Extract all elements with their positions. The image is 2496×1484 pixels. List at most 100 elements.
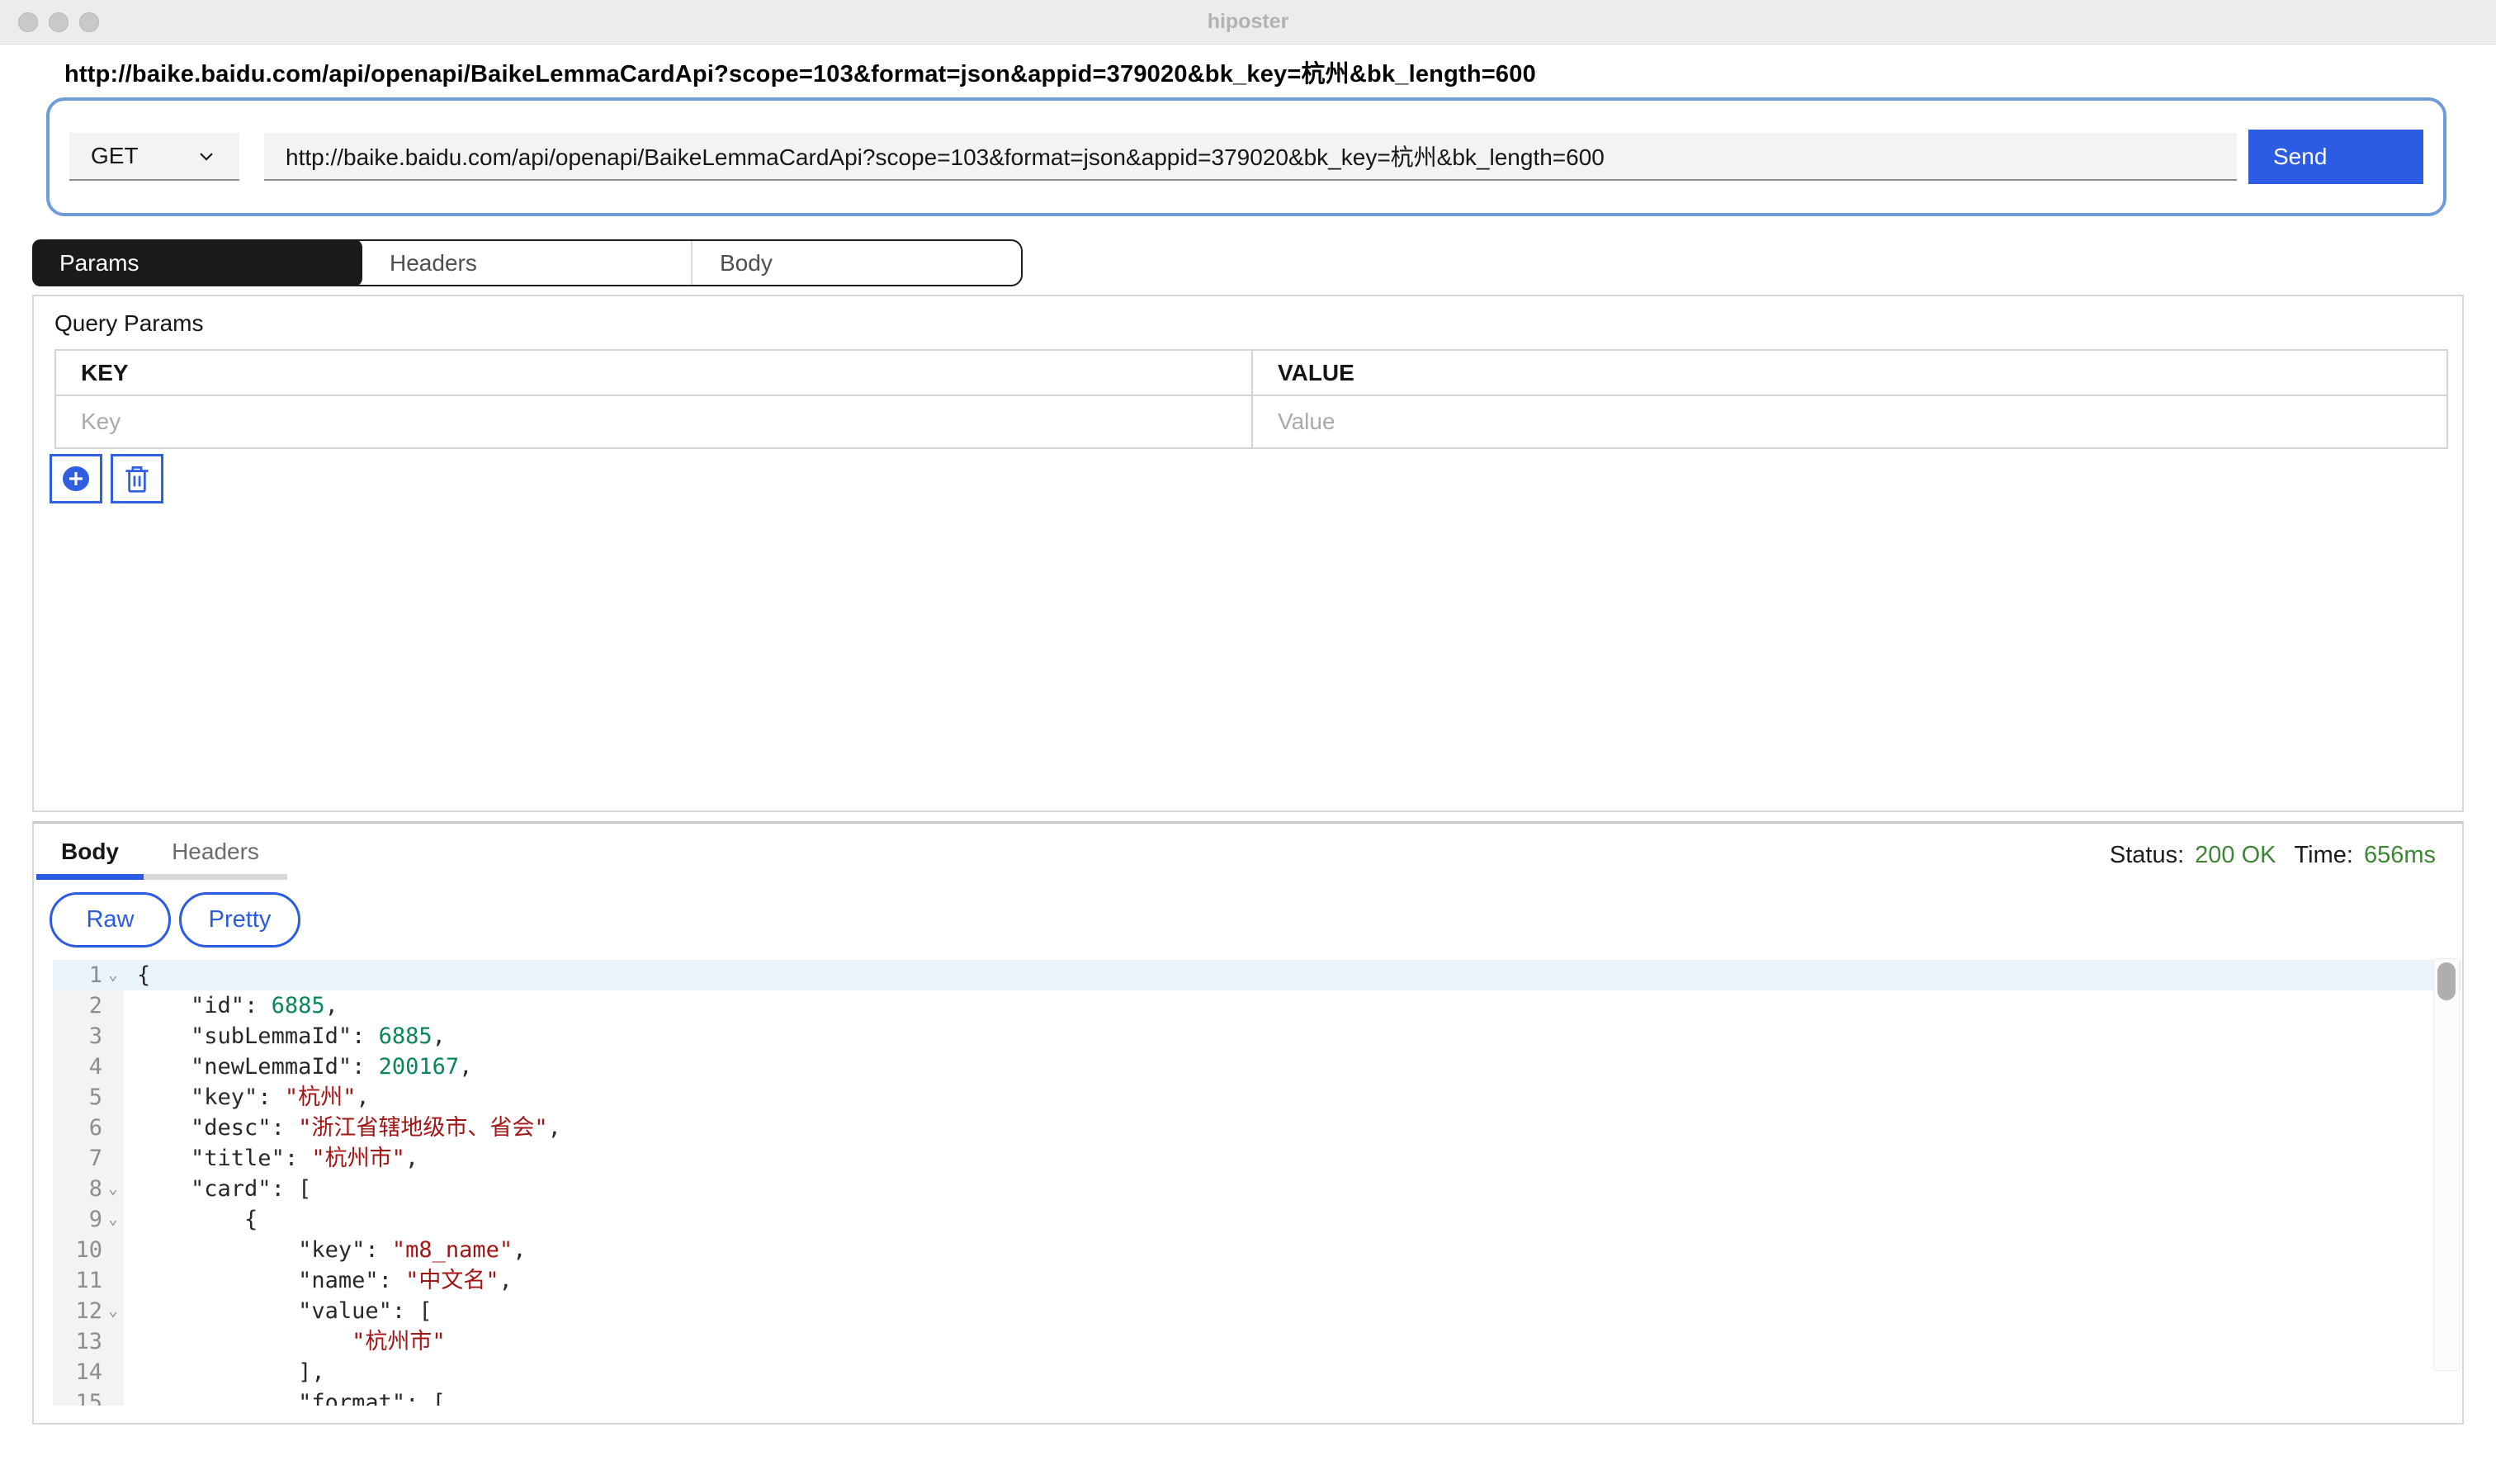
request-tabs: Params Headers Body — [32, 239, 1023, 286]
fold-spacer — [102, 1235, 124, 1265]
fold-chevron-icon[interactable]: ⌄ — [102, 960, 124, 990]
code-line: 13 "杭州市" — [53, 1326, 2461, 1357]
response-tab-body[interactable]: Body — [36, 824, 144, 880]
response-view-buttons: Raw Pretty — [50, 892, 300, 948]
scrollbar-thumb[interactable] — [2437, 962, 2456, 1000]
line-number: 8 — [53, 1174, 102, 1204]
column-header-key: KEY — [56, 351, 1251, 395]
inactive-tab-underline — [144, 874, 287, 880]
param-actions — [50, 454, 163, 503]
pretty-button[interactable]: Pretty — [179, 892, 300, 948]
window-titlebar: hiposter — [0, 0, 2496, 45]
code-text: "newLemmaId": 200167, — [124, 1052, 472, 1082]
line-number: 9 — [53, 1204, 102, 1235]
code-line: 1⌄{ — [53, 960, 2461, 990]
line-number: 13 — [53, 1326, 102, 1357]
code-text: "杭州市" — [124, 1326, 446, 1357]
time-value: 656ms — [2364, 842, 2436, 869]
code-text: ], — [124, 1357, 325, 1387]
fold-spacer — [102, 1082, 124, 1113]
fold-spacer — [102, 1021, 124, 1052]
params-panel: Query Params KEY VALUE — [32, 295, 2464, 812]
table-row — [56, 396, 2446, 447]
fold-chevron-icon[interactable]: ⌄ — [102, 1204, 124, 1235]
code-line: 12⌄ "value": [ — [53, 1296, 2461, 1326]
code-line: 14 ], — [53, 1357, 2461, 1387]
code-line: 6 "desc": "浙江省辖地级市、省会", — [53, 1113, 2461, 1143]
line-number: 5 — [53, 1082, 102, 1113]
chevron-down-icon — [195, 144, 218, 168]
code-line: 4 "newLemmaId": 200167, — [53, 1052, 2461, 1082]
line-number: 15 — [53, 1387, 102, 1406]
code-line: 15 "format": [ — [53, 1387, 2461, 1406]
fold-chevron-icon[interactable]: ⌄ — [102, 1296, 124, 1326]
code-text: "card": [ — [124, 1174, 311, 1204]
code-line: 11 "name": "中文名", — [53, 1265, 2461, 1296]
request-bar: GET Send — [46, 97, 2446, 216]
table-header-row: KEY VALUE — [56, 351, 2446, 396]
code-line: 7 "title": "杭州市", — [53, 1143, 2461, 1174]
line-number: 6 — [53, 1113, 102, 1143]
fold-spacer — [102, 1387, 124, 1406]
status-label: Status: — [2110, 842, 2184, 869]
editor-scrollbar[interactable] — [2433, 958, 2460, 1371]
line-number: 2 — [53, 990, 102, 1021]
code-text: "name": "中文名", — [124, 1265, 513, 1296]
column-header-value: VALUE — [1251, 351, 2446, 395]
line-number: 12 — [53, 1296, 102, 1326]
fold-spacer — [102, 1143, 124, 1174]
code-text: "format": [ — [124, 1387, 446, 1406]
line-number: 3 — [53, 1021, 102, 1052]
code-text: "key": "杭州", — [124, 1082, 370, 1113]
param-key-input[interactable] — [56, 396, 1251, 447]
response-tab-headers[interactable]: Headers — [144, 824, 287, 880]
code-lines: 1⌄{2 "id": 6885,3 "subLemmaId": 6885,4 "… — [53, 956, 2461, 1406]
send-button[interactable]: Send — [2248, 130, 2423, 184]
response-status-line: Status: 200 OK Time: 656ms — [2110, 842, 2436, 869]
line-number: 11 — [53, 1265, 102, 1296]
tab-body[interactable]: Body — [691, 241, 1021, 285]
fold-spacer — [102, 1113, 124, 1143]
raw-button[interactable]: Raw — [50, 892, 171, 948]
code-line: 9⌄ { — [53, 1204, 2461, 1235]
fold-spacer — [102, 1052, 124, 1082]
url-input[interactable] — [264, 133, 2237, 181]
delete-param-button[interactable] — [111, 454, 163, 503]
line-number: 14 — [53, 1357, 102, 1387]
query-params-table: KEY VALUE — [54, 349, 2448, 449]
line-number: 1 — [53, 960, 102, 990]
fold-spacer — [102, 1265, 124, 1296]
request-url-heading: http://baike.baidu.com/api/openapi/Baike… — [64, 54, 1536, 89]
code-line: 5 "key": "杭州", — [53, 1082, 2461, 1113]
code-line: 2 "id": 6885, — [53, 990, 2461, 1021]
code-line: 8⌄ "card": [ — [53, 1174, 2461, 1204]
add-param-button[interactable] — [50, 454, 102, 503]
param-value-input[interactable] — [1253, 396, 2446, 447]
method-select[interactable]: GET — [69, 133, 239, 181]
code-text: { — [124, 1204, 258, 1235]
code-line: 3 "subLemmaId": 6885, — [53, 1021, 2461, 1052]
fold-spacer — [102, 1357, 124, 1387]
response-panel: Body Headers Status: 200 OK Time: 656ms … — [32, 821, 2464, 1425]
code-text: "subLemmaId": 6885, — [124, 1021, 446, 1052]
code-text: "key": "m8_name", — [124, 1235, 526, 1265]
line-number: 10 — [53, 1235, 102, 1265]
code-text: { — [124, 960, 150, 990]
time-label: Time: — [2295, 842, 2353, 869]
response-body-editor[interactable]: 1⌄{2 "id": 6885,3 "subLemmaId": 6885,4 "… — [53, 956, 2461, 1406]
query-params-title: Query Params — [54, 310, 204, 337]
code-text: "id": 6885, — [124, 990, 338, 1021]
plus-circle-icon — [62, 466, 90, 492]
tab-headers[interactable]: Headers — [362, 241, 691, 285]
status-value: 200 OK — [2195, 842, 2276, 869]
method-select-value: GET — [91, 143, 139, 169]
window-title: hiposter — [0, 10, 2496, 34]
fold-spacer — [102, 1326, 124, 1357]
hiposter-app: hiposter http://baike.baidu.com/api/open… — [0, 0, 2496, 1484]
trash-icon — [123, 463, 151, 494]
code-line: 10 "key": "m8_name", — [53, 1235, 2461, 1265]
fold-chevron-icon[interactable]: ⌄ — [102, 1174, 124, 1204]
line-number: 7 — [53, 1143, 102, 1174]
tab-params[interactable]: Params — [32, 239, 362, 286]
code-text: "value": [ — [124, 1296, 433, 1326]
